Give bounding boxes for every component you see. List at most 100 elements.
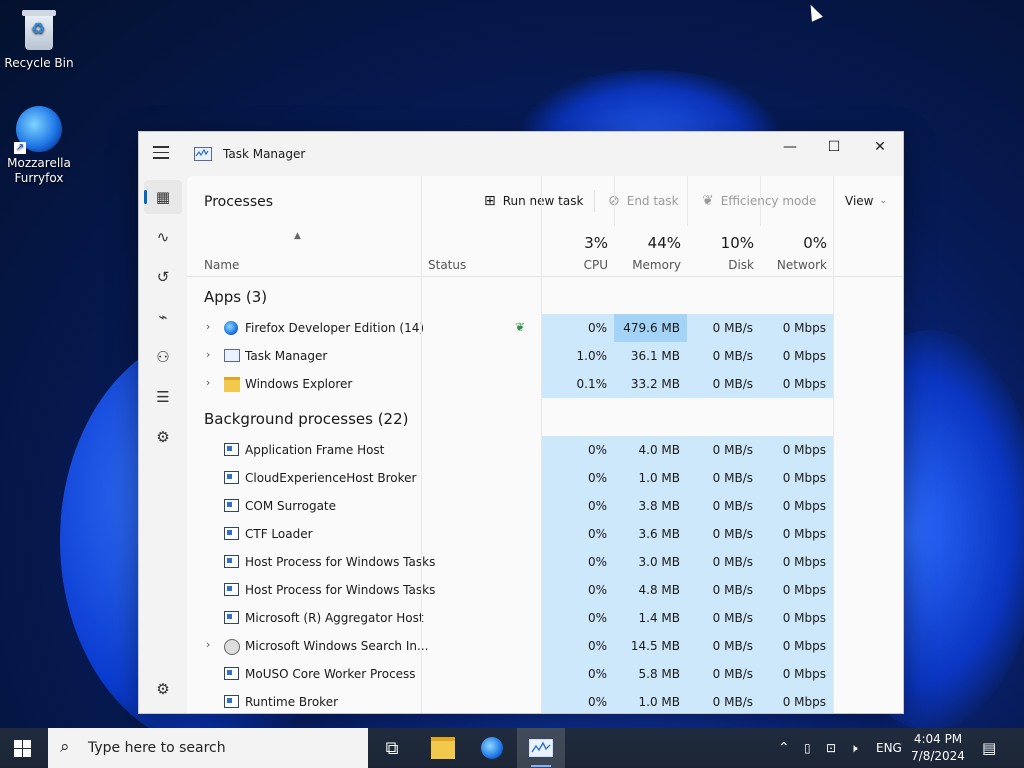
expand-chevron-icon[interactable]: ›: [206, 348, 210, 361]
cell-disk: 0 MB/s: [687, 576, 760, 604]
column-header-cpu[interactable]: 3% CPU: [542, 226, 614, 276]
table-row[interactable]: COM Surrogate 0% 3.8 MB 0 MB/s 0 Mbps: [187, 492, 903, 520]
taskbar-task-manager[interactable]: [517, 728, 565, 768]
desktop-icon-recycle-bin[interactable]: Recycle Bin: [1, 10, 77, 71]
table-row[interactable]: Host Process for Windows Tasks 0% 4.8 MB 0 …: [187, 576, 903, 604]
cell-disk: 0 MB/s: [687, 370, 760, 398]
search-placeholder: Type here to search: [88, 740, 226, 756]
maximize-button[interactable]: ☐: [811, 132, 857, 162]
column-header-status[interactable]: Status: [422, 226, 540, 276]
table-row[interactable]: CTF Loader 0% 3.6 MB 0 MB/s 0 Mbps: [187, 520, 903, 548]
cell-network: 0 Mbps: [760, 342, 833, 370]
nav-processes[interactable]: ▦: [144, 180, 182, 214]
usb-device-icon[interactable]: ▯: [804, 728, 818, 768]
volume-muted-icon[interactable]: 🕨: [850, 728, 868, 768]
hamburger-menu-icon[interactable]: [153, 146, 169, 160]
process-icon: [224, 611, 240, 624]
taskbar-firefox[interactable]: [468, 728, 516, 768]
taskbar-file-explorer[interactable]: [419, 728, 467, 768]
show-hidden-icons-button[interactable]: ⌃: [778, 728, 796, 768]
language-indicator[interactable]: ENG: [876, 728, 902, 768]
cell-disk: 0 MB/s: [687, 436, 760, 464]
table-row[interactable]: Runtime Broker 0% 1.0 MB 0 MB/s 0 Mbps: [187, 688, 903, 713]
app-history-icon: ↺: [156, 268, 170, 286]
search-icon: ⌕: [60, 737, 70, 757]
expand-chevron-icon[interactable]: ›: [206, 376, 210, 389]
expand-chevron-icon[interactable]: ›: [206, 638, 210, 651]
group-header-apps: Apps (3): [204, 288, 268, 306]
memory-total: 44%: [647, 234, 681, 252]
cell-cpu: 0%: [541, 632, 614, 660]
table-row[interactable]: › Microsoft Windows Search In... 0% 14.5 MB…: [187, 632, 903, 660]
process-name: Windows Explorer: [245, 377, 353, 391]
table-row[interactable]: CloudExperienceHost Broker 0% 1.0 MB 0 MB/s…: [187, 464, 903, 492]
notifications-button[interactable]: ▤: [982, 728, 1002, 768]
cell-memory: 1.0 MB: [614, 688, 687, 713]
minimize-button[interactable]: —: [767, 132, 813, 162]
cell-cpu: 0.1%: [541, 370, 614, 398]
nav-app-history[interactable]: ↺: [144, 260, 182, 294]
end-task-button[interactable]: ⊘End task: [608, 188, 679, 214]
table-row[interactable]: › Task Manager 1.0% 36.1 MB 0 MB/s 0 Mbps: [187, 342, 903, 370]
table-row[interactable]: › Firefox Developer Edition (14) ❦ 0% 479.6 …: [187, 314, 903, 342]
taskbar-search-box[interactable]: ⌕ Type here to search: [48, 728, 368, 768]
nav-performance[interactable]: ∿: [144, 220, 182, 254]
cell-cpu: 0%: [541, 520, 614, 548]
column-label-disk: Disk: [728, 258, 754, 272]
users-icon: ⚇: [156, 348, 170, 366]
expand-chevron-icon[interactable]: ›: [206, 320, 210, 333]
clock-date: 7/8/2024: [911, 749, 965, 763]
nav-users[interactable]: ⚇: [144, 340, 182, 374]
navigation-pane: ▦ ∿ ↺ ⌁ ⚇ ☰ ⚙ ⚙: [139, 176, 187, 713]
nav-settings[interactable]: ⚙: [144, 672, 182, 706]
task-view-button[interactable]: ⧉: [368, 728, 416, 768]
nav-startup-apps[interactable]: ⌁: [144, 300, 182, 334]
disk-total: 10%: [720, 234, 754, 252]
process-name: Runtime Broker: [245, 695, 339, 709]
column-divider: [687, 176, 688, 226]
process-name: Microsoft Windows Search In...: [245, 639, 429, 653]
table-row[interactable]: MoUSO Core Worker Process 0% 5.8 MB 0 MB/s 0…: [187, 660, 903, 688]
table-row[interactable]: Application Frame Host 0% 4.0 MB 0 MB/s 0 Mb…: [187, 436, 903, 464]
title-bar[interactable]: Task Manager — ☐ ✕: [139, 132, 903, 176]
process-name: Host Process for Windows Tasks: [245, 583, 436, 597]
cell-disk: 0 MB/s: [687, 314, 760, 342]
chevron-up-icon: ⌃: [778, 740, 790, 756]
column-divider: [541, 176, 542, 226]
table-row[interactable]: › Windows Explorer 0.1% 33.2 MB 0 MB/s 0 Mbps: [187, 370, 903, 398]
cpu-total: 3%: [584, 234, 608, 252]
efficiency-mode-label: Efficiency mode: [720, 194, 817, 208]
clock[interactable]: 4:04 PM 7/8/2024: [905, 731, 971, 765]
process-name: Task Manager: [245, 349, 328, 363]
cell-cpu: 0%: [541, 604, 614, 632]
clock-time: 4:04 PM: [913, 732, 963, 746]
start-button[interactable]: [14, 740, 31, 757]
firefox-icon: [481, 737, 503, 759]
desktop-icon-firefox[interactable]: ↗ Mozzarella Furryfox: [1, 106, 77, 186]
notification-icon: ▤: [982, 739, 997, 757]
column-divider: [421, 176, 422, 226]
column-label-name: Name: [204, 258, 240, 272]
column-divider: [760, 176, 761, 226]
column-divider: [421, 226, 422, 713]
cell-disk: 0 MB/s: [687, 548, 760, 576]
nav-services[interactable]: ⚙: [144, 420, 182, 454]
table-row[interactable]: Microsoft (R) Aggregator Host 0% 1.4 MB 0 M…: [187, 604, 903, 632]
table-row[interactable]: Host Process for Windows Tasks 0% 3.0 MB 0 …: [187, 548, 903, 576]
network-icon[interactable]: ⊡: [826, 728, 844, 768]
cell-network: 0 Mbps: [760, 314, 833, 342]
firefox-icon: [224, 321, 240, 335]
nav-details[interactable]: ☰: [144, 380, 182, 414]
close-button[interactable]: ✕: [857, 132, 903, 162]
column-header-memory[interactable]: 44% Memory: [615, 226, 687, 276]
column-header-name[interactable]: ▲ Name: [187, 226, 421, 276]
cell-network: 0 Mbps: [760, 688, 833, 713]
run-new-task-button[interactable]: ⊞ Run new task: [484, 188, 583, 214]
view-dropdown[interactable]: View ⌄: [845, 188, 887, 214]
desktop-icon-label: Recycle Bin: [4, 56, 74, 70]
column-header-network[interactable]: 0% Network: [761, 226, 833, 276]
cell-memory: 4.8 MB: [614, 576, 687, 604]
efficiency-leaf-icon: ❦: [515, 320, 526, 334]
run-new-task-label: Run new task: [502, 194, 584, 208]
column-header-disk[interactable]: 10% Disk: [688, 226, 760, 276]
